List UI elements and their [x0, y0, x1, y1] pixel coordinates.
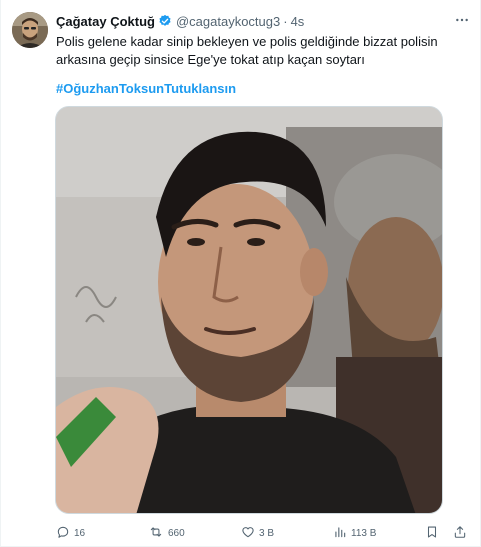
verified-badge-icon [158, 14, 172, 28]
views-button[interactable]: 113 B [333, 523, 376, 543]
hashtag-link[interactable]: #OğuzhanToksunTutuklansın [56, 80, 236, 98]
tweet-actions-bar: 16 660 3 B 113 B [0, 523, 481, 543]
header-separator: · [283, 13, 288, 29]
tweet-text: Polis gelene kadar sinip bekleyen ve pol… [56, 34, 438, 67]
retweet-count: 660 [168, 527, 185, 539]
views-bars-icon [333, 525, 351, 542]
views-count: 113 B [351, 527, 377, 539]
retweet-button[interactable]: 660 [148, 523, 185, 543]
like-button[interactable]: 3 B [241, 523, 274, 543]
heart-icon [241, 525, 259, 542]
bookmark-button[interactable] [425, 523, 443, 543]
retweet-icon [148, 525, 168, 542]
more-dots-icon[interactable] [452, 10, 472, 30]
author-name[interactable]: Çağatay Çoktuğ [56, 14, 155, 29]
tweet-header: Çağatay Çoktuğ @cagataykoctug3 · 4s [56, 12, 304, 30]
reply-icon [56, 525, 74, 542]
tweet-time[interactable]: 4s [291, 14, 305, 29]
share-button[interactable] [453, 523, 471, 543]
reply-count: 16 [74, 527, 86, 539]
like-count: 3 B [259, 527, 275, 539]
reply-button[interactable]: 16 [56, 523, 85, 543]
frame-border-left [0, 0, 1, 547]
avatar[interactable] [12, 12, 48, 48]
share-icon [453, 525, 471, 542]
tweet-media-image[interactable] [55, 106, 443, 514]
bookmark-icon [425, 525, 443, 542]
author-handle[interactable]: @cagataykoctug3 [176, 14, 280, 29]
